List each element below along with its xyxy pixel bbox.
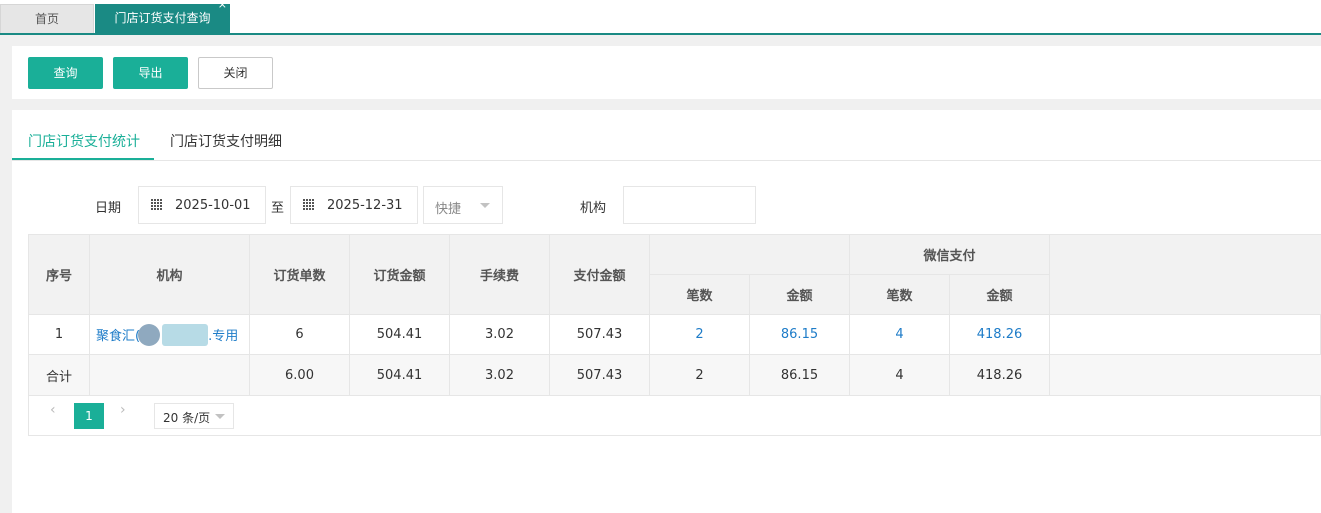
header-g2-amount: 金额 [950, 275, 1050, 315]
tab-payment-detail[interactable]: 门店订货支付明细 [170, 131, 282, 151]
table-row-order-count: 6 [250, 315, 350, 355]
header-g2-count: 笔数 [850, 275, 950, 315]
total-fee: 3.02 [450, 355, 550, 396]
total-org [90, 355, 250, 396]
main-panel: 门店订货支付统计 门店订货支付明细 日期 2025-10-01 至 2025-1… [12, 110, 1321, 513]
to-label: 至 [271, 201, 285, 216]
org-label: 机构 [580, 201, 607, 216]
table-row-g2-count-link[interactable]: 4 [850, 315, 950, 355]
table-row-g1-count-link[interactable]: 2 [650, 315, 750, 355]
total-label: 合计 [29, 355, 90, 396]
total-order-count: 6.00 [250, 355, 350, 396]
header-g1-count: 笔数 [650, 275, 750, 315]
chevron-left-icon[interactable]: ‹ [50, 402, 56, 418]
table-row-org-link[interactable]: 聚食汇( .专用 [90, 315, 250, 355]
total-pay-amount: 507.43 [550, 355, 650, 396]
org-name-prefix: 聚食汇( [96, 329, 141, 344]
export-button[interactable]: 导出 [113, 57, 188, 89]
date-to-input[interactable]: 2025-12-31 [290, 186, 418, 224]
page-size-select[interactable]: 20 条/页 [154, 403, 234, 429]
table-row-pay-amount: 507.43 [550, 315, 650, 355]
page-size-value: 20 条/页 [163, 411, 211, 425]
close-button[interactable]: 关闭 [198, 57, 273, 89]
active-tab-indicator [12, 158, 154, 160]
header-filler [1050, 235, 1321, 315]
tab-home[interactable]: 首页 [0, 4, 94, 33]
header-order-count: 订货单数 [250, 235, 350, 315]
tab-bar: 首页 门店订货支付查询 × [0, 0, 1321, 35]
total-g1-amount: 86.15 [750, 355, 850, 396]
tab-label: 门店订货支付查询 [114, 11, 211, 25]
header-g1-amount: 金额 [750, 275, 850, 315]
total-g2-amount: 418.26 [950, 355, 1050, 396]
table-row-fee: 3.02 [450, 315, 550, 355]
toolbar: 查询 导出 关闭 [12, 46, 1321, 99]
header-order-amount: 订货金额 [350, 235, 450, 315]
header-fee: 手续费 [450, 235, 550, 315]
chevron-down-icon [480, 203, 490, 208]
table-row-order-amount: 504.41 [350, 315, 450, 355]
page-button-current[interactable]: 1 [74, 403, 104, 429]
header-seq: 序号 [29, 235, 90, 315]
header-org: 机构 [90, 235, 250, 315]
total-g1-count: 2 [650, 355, 750, 396]
header-group-wechat: 微信支付 [850, 235, 1050, 275]
quick-select-value: 快捷 [435, 202, 462, 217]
table-row-g1-amount-link[interactable]: 86.15 [750, 315, 850, 355]
table-row-g2-amount-link[interactable]: 418.26 [950, 315, 1050, 355]
calendar-icon [151, 199, 162, 210]
query-button[interactable]: 查询 [28, 57, 103, 89]
header-group-1 [650, 235, 850, 275]
table-row-seq: 1 [29, 315, 90, 355]
org-input[interactable] [623, 186, 756, 224]
table-row-filler [1050, 315, 1321, 355]
date-from-value: 2025-10-01 [175, 198, 251, 213]
total-g2-count: 4 [850, 355, 950, 396]
chevron-down-icon [215, 414, 225, 419]
date-from-input[interactable]: 2025-10-01 [138, 186, 266, 224]
sub-tabs: 门店订货支付统计 门店订货支付明细 [12, 110, 1321, 161]
chevron-right-icon[interactable]: › [120, 402, 126, 418]
tab-store-order-payment-query[interactable]: 门店订货支付查询 × [95, 0, 230, 33]
quick-select[interactable]: 快捷 [423, 186, 503, 224]
redacted-mark [138, 323, 161, 346]
date-label: 日期 [95, 201, 122, 216]
total-filler [1050, 355, 1321, 396]
close-icon[interactable]: × [218, 0, 227, 15]
org-name-suffix: .专用 [208, 329, 239, 344]
tab-payment-stats[interactable]: 门店订货支付统计 [28, 131, 140, 151]
calendar-icon [303, 199, 314, 210]
header-pay-amount: 支付金额 [550, 235, 650, 315]
redacted-mark [162, 323, 209, 346]
total-order-amount: 504.41 [350, 355, 450, 396]
date-to-value: 2025-12-31 [327, 198, 403, 213]
